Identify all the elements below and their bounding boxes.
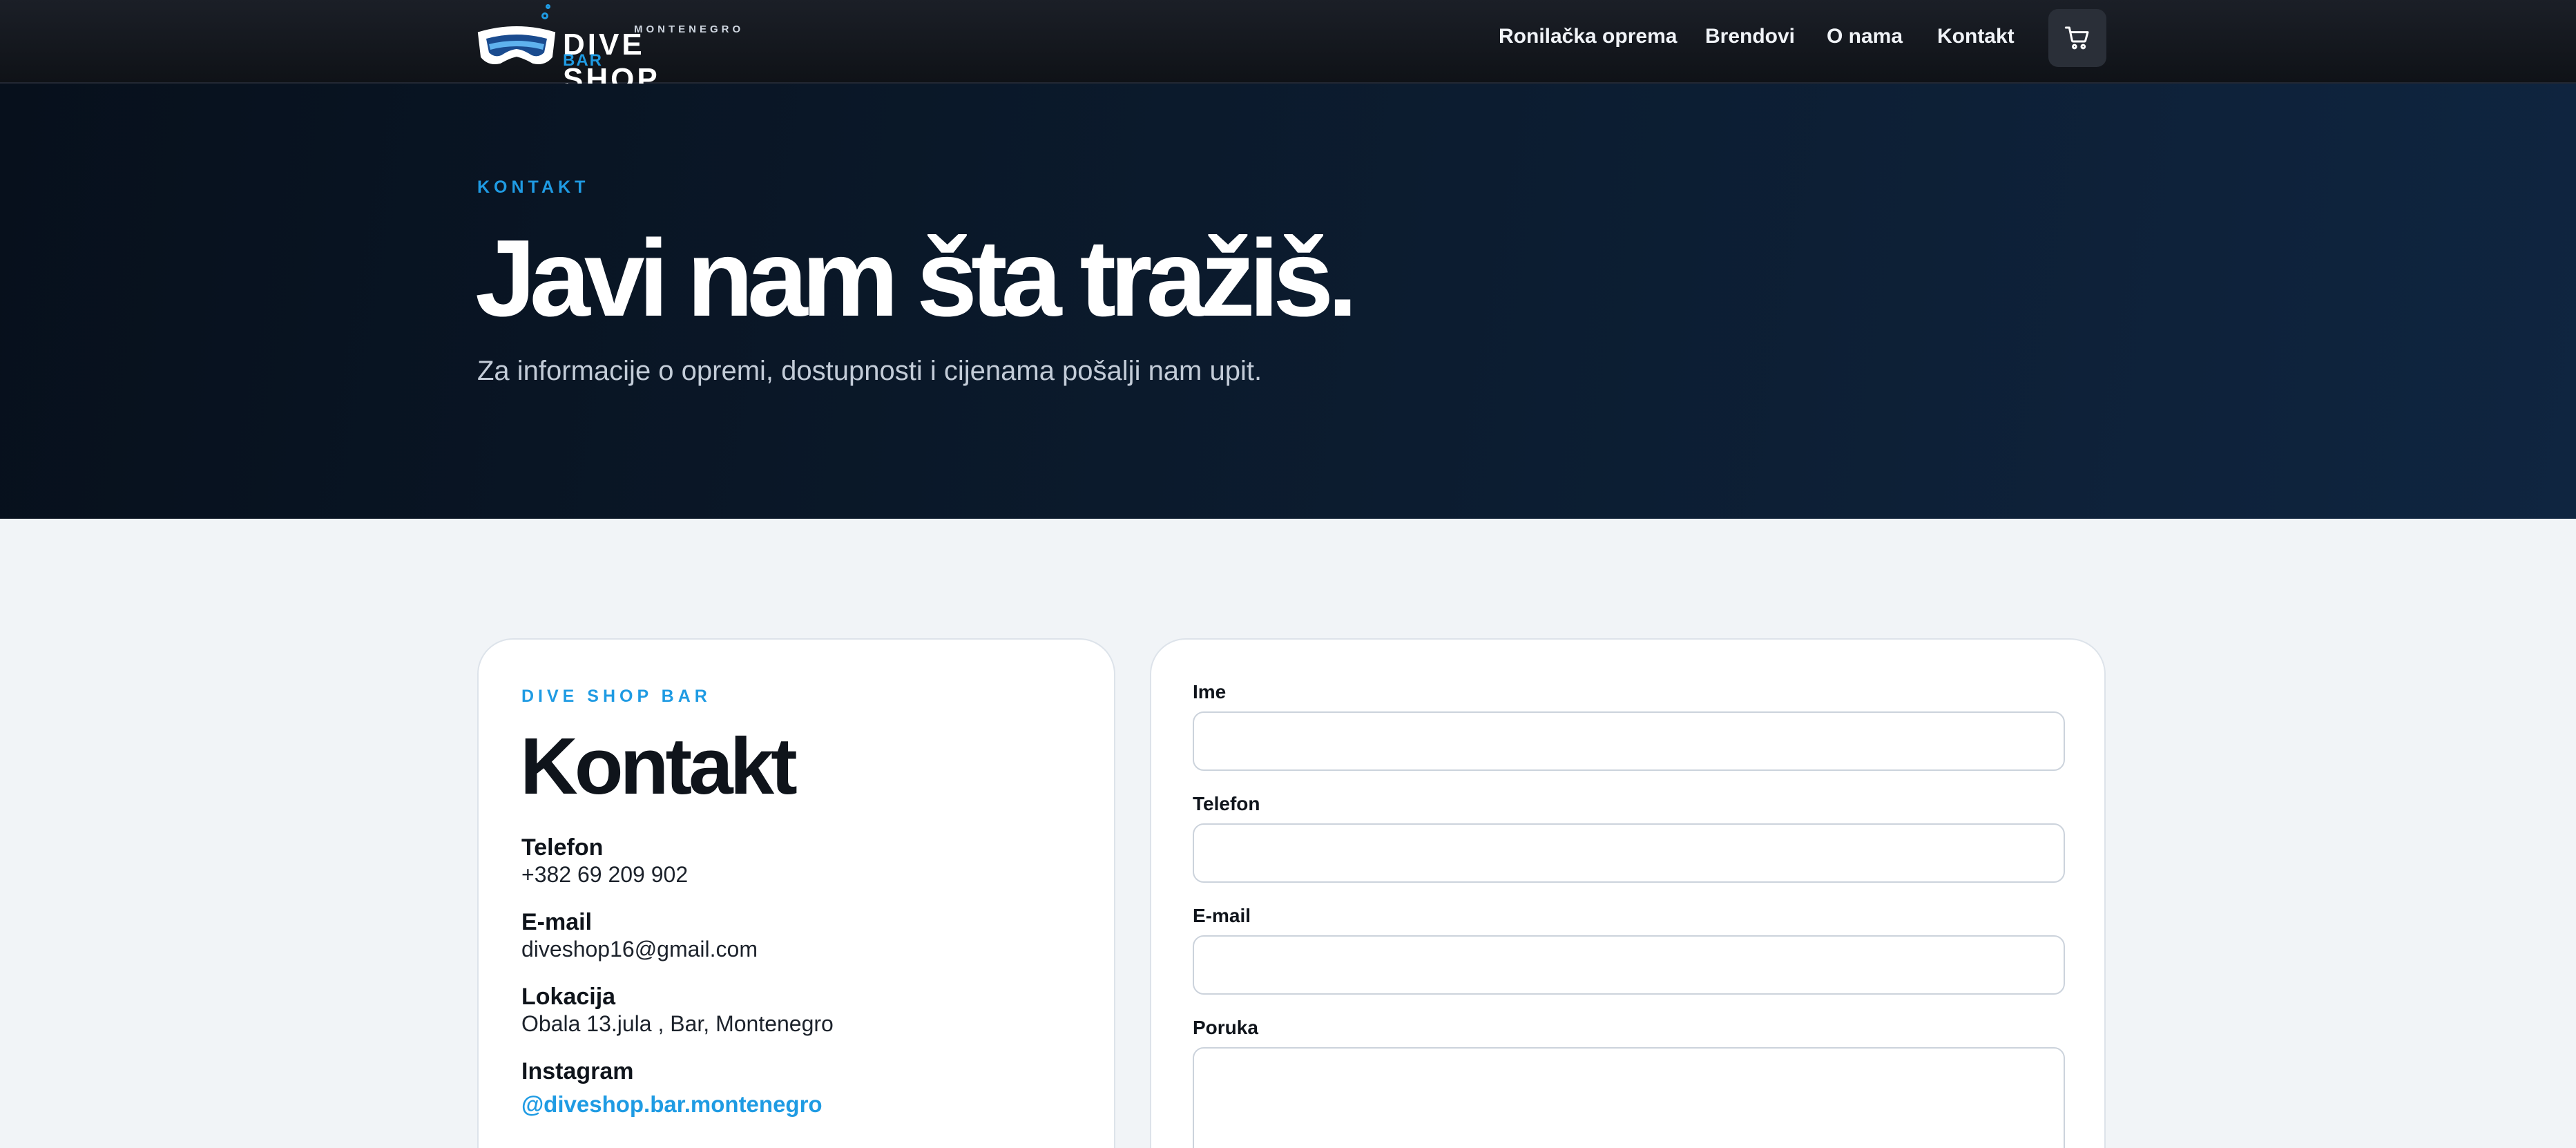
page-title: Javi nam šta tražiš. — [475, 218, 1358, 339]
nav-link-o-nama[interactable]: O nama — [1827, 25, 1903, 48]
message-textarea[interactable] — [1193, 1047, 2065, 1148]
phone-label: Telefon — [521, 834, 604, 861]
name-label: Ime — [1193, 681, 1227, 702]
bubble-icon — [546, 4, 550, 9]
hero-subtitle: Za informacije o opremi, dostupnosti i c… — [477, 356, 1262, 386]
name-input[interactable] — [1193, 711, 2065, 771]
email-field-label: E-mail — [1193, 905, 1251, 926]
brand-logo[interactable]: MONTENEGRO DIVE SHOP BAR — [475, 4, 740, 96]
cart-button[interactable] — [2048, 9, 2106, 67]
location-label: Lokacija — [521, 984, 616, 1010]
hero-eyebrow: KONTAKT — [477, 178, 590, 197]
phone-input[interactable] — [1193, 823, 2065, 883]
instagram-link[interactable]: @diveshop.bar.montenegro — [521, 1091, 823, 1118]
phone-field-label: Telefon — [1193, 793, 1260, 814]
email-label: E-mail — [521, 909, 593, 935]
location-value: Obala 13.jula , Bar, Montenegro — [521, 1011, 834, 1036]
nav-link-kontakt[interactable]: Kontakt — [1937, 25, 2015, 48]
email-value: diveshop16@gmail.com — [521, 937, 758, 962]
contact-form-card: Ime Telefon E-mail Poruka — [1150, 638, 2106, 1148]
shopping-cart-icon — [2064, 26, 2089, 50]
contact-info-card: DIVE SHOP BAR Kontakt Telefon +382 69 20… — [477, 638, 1115, 1148]
email-input[interactable] — [1193, 935, 2065, 995]
bubble-icon — [541, 12, 548, 19]
nav-link-ronilacka-oprema[interactable]: Ronilačka oprema — [1499, 25, 1677, 48]
contact-title: Kontakt — [520, 721, 798, 811]
contact-eyebrow: DIVE SHOP BAR — [521, 687, 711, 706]
brand-city: BAR — [563, 51, 603, 70]
instagram-label: Instagram — [521, 1058, 634, 1084]
message-label: Poruka — [1193, 1017, 1258, 1038]
dive-mask-icon — [477, 26, 556, 64]
top-navigation-bar: MONTENEGRO DIVE SHOP BAR Ronilačka oprem… — [0, 0, 2576, 96]
phone-value: +382 69 209 902 — [521, 862, 689, 887]
nav-link-brendovi[interactable]: Brendovi — [1705, 25, 1795, 48]
